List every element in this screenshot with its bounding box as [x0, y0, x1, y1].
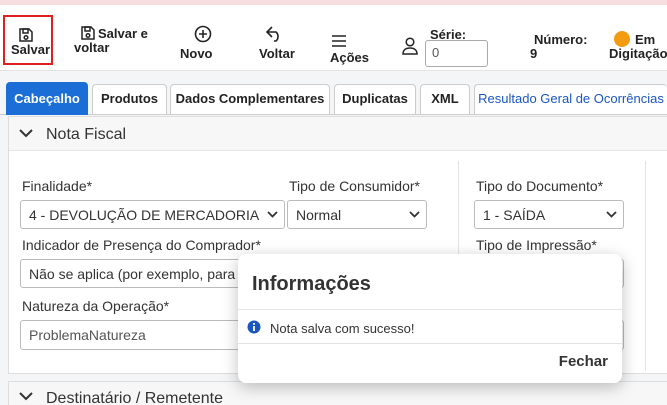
tipo-documento-select[interactable]: 1 - SAÍDA — [474, 200, 624, 229]
tipo-impressao-label: Tipo de Impressão* — [476, 237, 597, 253]
plus-circle-icon — [194, 25, 212, 43]
dialog-title: Informações — [252, 273, 371, 295]
save-label: Salvar — [11, 42, 51, 57]
chevron-down-icon — [606, 211, 617, 218]
info-icon — [247, 320, 261, 334]
tab-dados-complementares[interactable]: Dados Complementares — [170, 84, 330, 114]
new-button[interactable]: Novo — [180, 25, 226, 61]
natureza-operacao-label: Natureza da Operação* — [22, 298, 170, 314]
column-divider — [645, 161, 646, 371]
toolbar: Salvar Salvar e voltar Novo Voltar Ações… — [0, 5, 667, 71]
tab-xml[interactable]: XML — [420, 84, 470, 114]
dialog-message: Nota salva com sucesso! — [270, 321, 415, 336]
tipo-consumidor-select[interactable]: Normal — [287, 200, 427, 229]
save-icon — [81, 26, 95, 40]
save-and-back-button[interactable]: Salvar e voltar — [74, 25, 154, 57]
save-back-label-line2: voltar — [74, 40, 110, 55]
serie-input[interactable]: 0 — [425, 40, 488, 67]
actions-label: Ações — [330, 50, 370, 65]
nota-fiscal-title: Nota Fiscal — [46, 126, 127, 143]
indicador-presenca-label: Indicador de Presença do Comprador* — [22, 237, 261, 253]
chevron-down-icon — [19, 392, 33, 401]
back-button[interactable]: Voltar — [259, 25, 299, 61]
destinatario-title: Destinatário / Remetente — [46, 390, 223, 405]
tipo-consumidor-value: Normal — [296, 207, 342, 223]
back-label: Voltar — [259, 46, 295, 61]
new-label: Novo — [180, 46, 213, 61]
tipo-documento-value: 1 - SAÍDA — [483, 207, 546, 223]
status-dot-icon — [614, 31, 630, 47]
status-label-line1: Em — [635, 32, 656, 47]
user-icon — [402, 37, 418, 55]
tab-duplicatas[interactable]: Duplicatas — [334, 84, 416, 114]
tipo-documento-label: Tipo do Documento* — [476, 178, 604, 194]
nota-fiscal-header[interactable]: Nota Fiscal — [9, 117, 667, 151]
save-back-label-line1: Salvar e — [98, 26, 148, 41]
tipo-consumidor-label: Tipo de Consumidor* — [289, 178, 420, 194]
close-button[interactable]: Fechar — [559, 353, 608, 370]
chevron-down-icon — [267, 211, 278, 218]
finalidade-value: 4 - DEVOLUÇÃO DE MERCADORIA — [29, 207, 260, 223]
tab-cabecalho[interactable]: Cabeçalho — [6, 82, 88, 115]
finalidade-label: Finalidade* — [22, 178, 93, 194]
menu-icon — [332, 35, 346, 47]
tab-bar: Cabeçalho Produtos Dados Complementares … — [0, 81, 667, 115]
tab-resultado-ocorrencias[interactable]: Resultado Geral de Ocorrências — [474, 84, 667, 114]
save-button[interactable]: Salvar — [3, 15, 53, 65]
numero-value: 9 — [530, 46, 538, 61]
numero-label: Número: — [534, 32, 588, 47]
indicador-presenca-value: Não se aplica (por exemplo, para — [29, 266, 236, 282]
chevron-down-icon — [19, 129, 33, 138]
dialog-divider — [238, 309, 622, 310]
save-icon — [19, 28, 33, 42]
chevron-down-icon — [409, 211, 420, 218]
status-label-line2: Digitação — [609, 46, 667, 61]
undo-arrow-icon — [265, 26, 279, 42]
tab-produtos[interactable]: Produtos — [92, 84, 167, 114]
dialog-divider — [238, 343, 622, 344]
finalidade-select[interactable]: 4 - DEVOLUÇÃO DE MERCADORIA — [20, 200, 285, 229]
actions-button[interactable]: Ações — [330, 35, 370, 65]
info-dialog: Informações Nota salva com sucesso! Fech… — [238, 254, 622, 383]
destinatario-section[interactable]: Destinatário / Remetente — [8, 381, 667, 405]
